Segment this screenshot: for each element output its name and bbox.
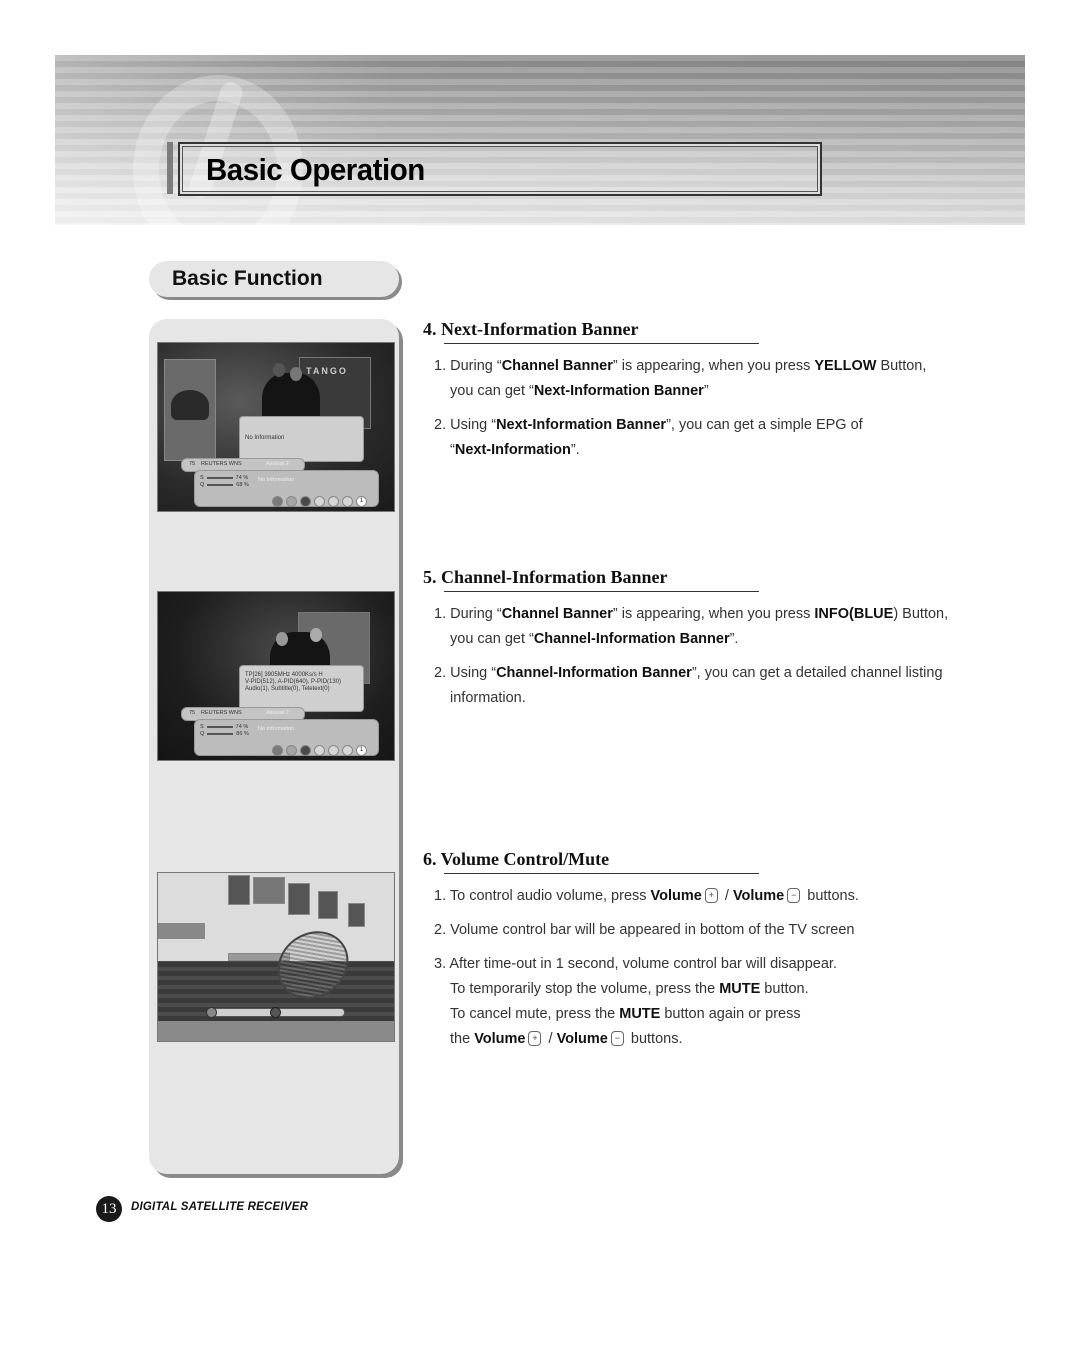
color-button-dots: 1 bbox=[272, 742, 370, 760]
section-next-information-banner: 4. Next-Information Banner 1. During “Ch… bbox=[423, 319, 983, 458]
tv-screenshot-channel-info: TP[26] 3905MHz 4000Ks/s H V-PID(512), A-… bbox=[157, 591, 395, 761]
title-tab-marker bbox=[167, 142, 173, 194]
channel-info-line: V-PID(512), A-PID(640), P-PID(130) bbox=[245, 679, 342, 685]
color-button-dots: 1 bbox=[272, 493, 370, 511]
next-info-text: No Information bbox=[245, 435, 285, 441]
signal-panel: S 74 % Q 86 % No Information 1 bbox=[194, 719, 379, 757]
ground-image bbox=[158, 1021, 394, 1041]
channel-info-line: Audio(1), Subtitle(0), Teletext(0) bbox=[245, 686, 330, 692]
volume-up-icon: + bbox=[704, 887, 718, 903]
section-title: Basic Function bbox=[172, 267, 323, 290]
dot-icon bbox=[286, 496, 297, 508]
section-volume-control-mute: 6. Volume Control/Mute 1. To control aud… bbox=[423, 849, 983, 1047]
dot-icon bbox=[300, 496, 311, 508]
next-info-box: No Information bbox=[239, 416, 364, 462]
header-banner: Basic Operation bbox=[55, 55, 1025, 265]
dot-icon bbox=[272, 745, 283, 757]
page-title: Basic Operation bbox=[206, 152, 425, 187]
dot-icon bbox=[286, 745, 297, 757]
tv-screenshot-next-info: TANGO No Information 75 REUTERS WNS Asia… bbox=[157, 342, 395, 512]
signal-panel: S 74 % Q 68 % No Information 1 bbox=[194, 470, 379, 508]
channel-number: 75 bbox=[189, 710, 196, 716]
epg-text: No Information bbox=[258, 726, 295, 732]
footer-title: DIGITAL SATELLITE RECEIVER bbox=[131, 1201, 309, 1213]
section-channel-information-banner: 5. Channel-Information Banner 1. During … bbox=[423, 567, 983, 706]
list-item: 1. During “Channel Banner” is appearing,… bbox=[434, 358, 927, 399]
channel-info-line: TP[26] 3905MHz 4000Ks/s H bbox=[245, 672, 323, 678]
signal-s-row: S 74 % bbox=[200, 475, 249, 481]
info-dot-icon: 1 bbox=[356, 745, 367, 757]
dot-icon bbox=[272, 496, 283, 508]
list-item: 1. During “Channel Banner” is appearing,… bbox=[434, 606, 949, 647]
section-heading: 6. Volume Control/Mute bbox=[423, 849, 610, 869]
volume-down-icon: − bbox=[610, 1030, 624, 1046]
section-heading: 5. Channel-Information Banner bbox=[423, 567, 668, 587]
dot-icon bbox=[342, 496, 353, 508]
list-item: 2. Using “Channel-Information Banner”, y… bbox=[434, 665, 943, 706]
volume-speaker-icon bbox=[206, 1007, 217, 1018]
heading-underline bbox=[444, 591, 759, 592]
list-item: 1. To control audio volume, press Volume… bbox=[434, 887, 859, 904]
dot-icon bbox=[328, 496, 339, 508]
volume-level-knob bbox=[270, 1007, 281, 1018]
channel-name: REUTERS WNS bbox=[201, 710, 242, 716]
dot-icon bbox=[328, 745, 339, 757]
dot-icon bbox=[300, 745, 311, 757]
dot-icon bbox=[314, 745, 325, 757]
tv-screenshot-volume bbox=[157, 872, 395, 1042]
list-item: 2. Using “Next-Information Banner”, you … bbox=[434, 417, 863, 458]
signal-s-row: S 74 % bbox=[200, 724, 249, 730]
satellite-name: Asiasat 2 bbox=[266, 461, 289, 467]
section-heading: 4. Next-Information Banner bbox=[423, 319, 639, 339]
channel-name: REUTERS WNS bbox=[201, 461, 242, 467]
volume-down-icon: − bbox=[787, 887, 801, 903]
volume-bar bbox=[206, 1007, 345, 1018]
volume-up-icon: + bbox=[528, 1030, 542, 1046]
satellite-name: Asiasat 2 bbox=[266, 710, 289, 716]
list-item: 3. After time-out in 1 second, volume co… bbox=[434, 956, 837, 1047]
section-title-pill: Basic Function bbox=[149, 261, 399, 297]
epg-text: No Information bbox=[258, 477, 295, 483]
list-item: 2. Volume control bar will be appeared i… bbox=[434, 922, 855, 938]
channel-info-box: TP[26] 3905MHz 4000Ks/s H V-PID(512), A-… bbox=[239, 665, 364, 712]
dot-icon bbox=[314, 496, 325, 508]
info-dot-icon: 1 bbox=[356, 496, 367, 508]
signal-q-row: Q 68 % bbox=[200, 482, 249, 488]
building-image bbox=[158, 873, 394, 963]
dot-icon bbox=[342, 745, 353, 757]
signal-q-row: Q 86 % bbox=[200, 731, 249, 737]
page-number: 13 bbox=[96, 1196, 122, 1222]
heading-underline bbox=[444, 873, 759, 874]
title-box: Basic Operation bbox=[178, 142, 822, 196]
channel-number: 75 bbox=[189, 461, 196, 467]
heading-underline bbox=[444, 343, 759, 344]
poster-left bbox=[164, 359, 216, 461]
